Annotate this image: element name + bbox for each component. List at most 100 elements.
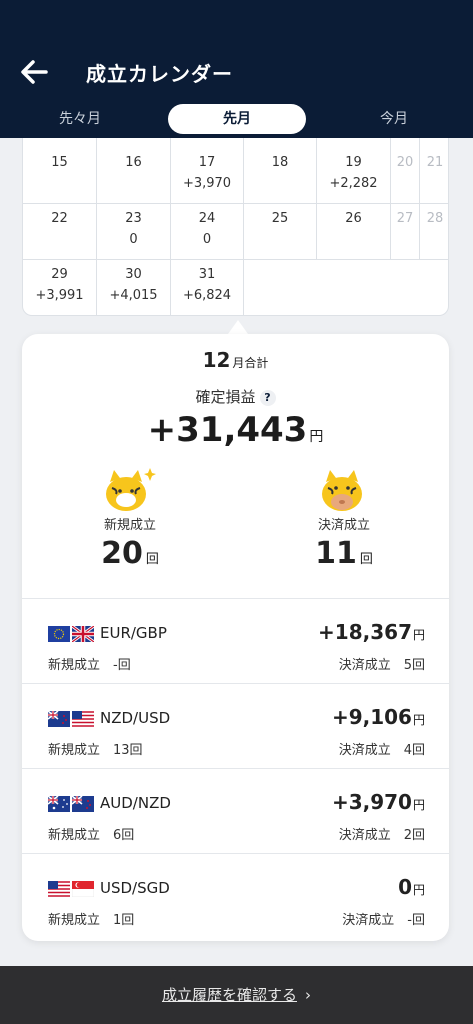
tab-two-months-ago[interactable]: 先々月 <box>20 104 140 134</box>
us-flag-icon <box>72 711 94 727</box>
month-number: 12 <box>202 348 231 372</box>
tab-this-month[interactable]: 今月 <box>334 104 454 134</box>
eu-flag-icon <box>48 626 70 642</box>
calendar-day[interactable]: 26 <box>317 204 391 260</box>
day-pl: +3,970 <box>182 176 232 191</box>
currency-pair-row[interactable]: AUD/NZD +3,970円 新規成立 6回 決済成立 2回 <box>22 768 449 853</box>
calendar-day-weekend: 28 <box>420 204 448 260</box>
count-unit: 回 <box>359 552 373 567</box>
total-value: +31,443 <box>147 410 308 450</box>
day-number: 28 <box>426 211 444 226</box>
calendar-day[interactable]: 24 0 <box>171 204 244 260</box>
realized-pl-total: +31,443 円 <box>22 410 449 450</box>
pair-pl: +18,367円 <box>318 620 425 644</box>
tiger-mascot-icon <box>106 468 156 511</box>
currency-pair-row[interactable]: NZD/USD +9,106円 新規成立 13回 決済成立 4回 <box>22 683 449 768</box>
calendar-day[interactable]: 30 +4,015 <box>97 260 171 315</box>
day-pl: 0 <box>129 232 138 247</box>
pair-pl-value: 0 <box>398 875 412 899</box>
pl-label-text: 確定損益 <box>195 388 256 406</box>
footer-bar: 成立履歴を確認する › <box>0 966 473 1024</box>
calendar-day-weekend: 21 <box>420 138 448 204</box>
day-number: 18 <box>271 155 289 170</box>
closed-positions-label: 決済成立 <box>317 518 370 533</box>
app-header: 成立カレンダー 先々月 先月 今月 <box>0 0 473 138</box>
day-pl: 0 <box>202 232 212 247</box>
chevron-right-icon: › <box>305 986 311 1004</box>
pair-close-count: 決済成立 2回 <box>338 828 425 843</box>
month-suffix: 月合計 <box>232 356 269 370</box>
card-pointer <box>228 320 248 334</box>
day-pl: +4,015 <box>109 288 158 303</box>
yen-unit: 円 <box>412 883 425 897</box>
pair-pl-value: +9,106 <box>331 705 412 729</box>
calendar-day[interactable]: 17 +3,970 <box>171 138 244 204</box>
pair-pl: +9,106円 <box>332 705 425 729</box>
help-icon[interactable]: ? <box>259 389 276 406</box>
page-title: 成立カレンダー <box>86 62 233 86</box>
calendar-day[interactable]: 19 +2,282 <box>317 138 391 204</box>
currency-pair-row[interactable]: EUR/GBP +18,367円 新規成立 -回 決済成立 5回 <box>22 598 449 683</box>
day-number: 24 <box>198 211 216 226</box>
yen-unit: 円 <box>412 628 425 642</box>
day-number: 20 <box>396 155 414 170</box>
pair-close-count: 決済成立 -回 <box>342 913 425 928</box>
au-flag-icon <box>48 796 70 812</box>
calendar-day[interactable]: 22 <box>23 204 97 260</box>
pair-new-count: 新規成立 -回 <box>48 658 131 673</box>
day-number: 15 <box>51 155 68 170</box>
back-arrow-icon[interactable] <box>16 54 52 90</box>
day-number: 23 <box>125 211 142 226</box>
day-number: 27 <box>396 211 414 226</box>
yen-unit: 円 <box>412 798 425 812</box>
day-number: 31 <box>198 267 216 282</box>
history-link-label: 成立履歴を確認する <box>161 986 297 1004</box>
day-pl: +3,991 <box>35 288 84 303</box>
us-flag-icon <box>48 881 70 897</box>
yen-unit: 円 <box>309 429 324 445</box>
closed-positions-count: 11 回 <box>274 536 414 571</box>
yen-unit: 円 <box>412 713 425 727</box>
realized-pl-label: 確定損益? <box>22 386 449 407</box>
day-number: 29 <box>51 267 68 282</box>
calendar-day-weekend: 27 <box>391 204 420 260</box>
day-pl: +6,824 <box>182 288 232 303</box>
day-number: 26 <box>345 211 362 226</box>
day-pl: +2,282 <box>329 176 378 191</box>
currency-pair-row[interactable]: USD/SGD 0円 新規成立 1回 決済成立 -回 <box>22 853 449 938</box>
day-number: 25 <box>271 211 289 226</box>
day-number: 21 <box>426 155 444 170</box>
tab-last-month[interactable]: 先月 <box>168 104 306 134</box>
day-number: 30 <box>125 267 142 282</box>
calendar-day[interactable]: 31 +6,824 <box>171 260 244 315</box>
pair-pl: +3,970円 <box>332 790 425 814</box>
uk-flag-icon <box>72 626 94 642</box>
pair-close-count: 決済成立 4回 <box>338 743 425 758</box>
pair-symbol: AUD/NZD <box>100 794 171 812</box>
day-number: 17 <box>198 155 216 170</box>
pair-pl-value: +3,970 <box>331 790 412 814</box>
pair-close-count: 決済成立 5回 <box>338 658 425 673</box>
calendar-day[interactable]: 25 <box>244 204 317 260</box>
tiger-mascot-icon <box>322 470 362 511</box>
new-positions-count: 20 回 <box>60 536 200 571</box>
calendar-day[interactable]: 23 0 <box>97 204 171 260</box>
pair-pl-value: +18,367 <box>318 620 412 644</box>
new-positions-label: 新規成立 <box>103 518 156 533</box>
calendar-day-weekend: 20 <box>391 138 420 204</box>
history-link[interactable]: 成立履歴を確認する › <box>0 984 473 1005</box>
close-count-value: 11 <box>315 536 357 571</box>
calendar-day[interactable]: 18 <box>244 138 317 204</box>
pair-new-count: 新規成立 13回 <box>48 743 143 758</box>
calendar-day[interactable]: 29 +3,991 <box>23 260 97 315</box>
new-count-value: 20 <box>101 536 143 571</box>
sg-flag-icon <box>72 881 94 897</box>
monthly-summary-card: 12 月合計 確定損益? +31,443 円 新規成立 20 回 決済成立 11 回 <box>22 334 449 941</box>
pair-symbol: EUR/GBP <box>100 624 167 642</box>
nz-flag-icon <box>72 796 94 812</box>
month-total-heading: 12 月合計 <box>22 348 449 372</box>
pair-symbol: NZD/USD <box>100 709 171 727</box>
calendar-day[interactable]: 16 <box>97 138 171 204</box>
month-tabs: 先々月 先月 今月 <box>0 104 473 138</box>
calendar-day[interactable]: 15 <box>23 138 97 204</box>
